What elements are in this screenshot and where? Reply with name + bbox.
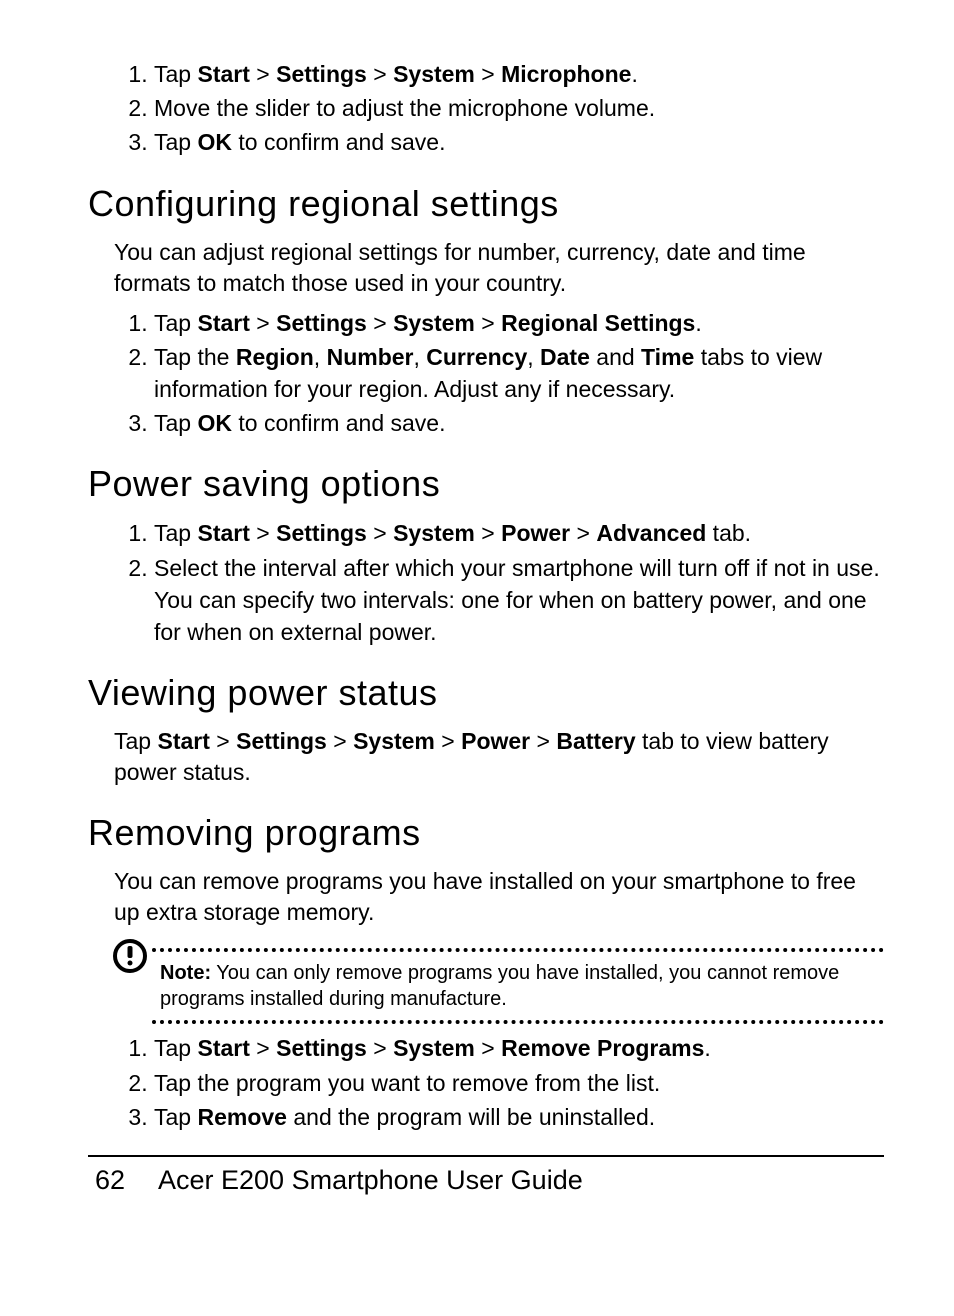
paragraph-regional: You can adjust regional settings for num… [114,237,884,299]
list-item: Tap Remove and the program will be unins… [154,1101,884,1133]
list-item: Tap OK to confirm and save. [154,126,884,158]
list-item: Select the interval after which your sma… [154,552,884,649]
note-block: Note: You can only remove programs you h… [112,948,884,1024]
list-item: Tap Start > Settings > System > Power > … [154,517,884,549]
alert-icon [112,938,148,974]
page-number: 62 [62,1165,158,1196]
note-divider-top [152,948,884,952]
page-footer: 62 Acer E200 Smartphone User Guide [88,1155,884,1196]
power-steps: Tap Start > Settings > System > Power > … [114,517,884,648]
list-item: Tap Start > Settings > System > Regional… [154,307,884,339]
list-item: Move the slider to adjust the microphone… [154,92,884,124]
list-item: Tap Start > Settings > System > Micropho… [154,58,884,90]
list-item: Tap the Region, Number, Currency, Date a… [154,341,884,405]
list-item: Tap Start > Settings > System > Remove P… [154,1032,884,1064]
list-item: Tap the program you want to remove from … [154,1067,884,1099]
heading-removing: Removing programs [88,812,884,854]
heading-viewing-power: Viewing power status [88,672,884,714]
regional-steps: Tap Start > Settings > System > Regional… [114,307,884,440]
footer-title: Acer E200 Smartphone User Guide [158,1165,583,1196]
intro-steps: Tap Start > Settings > System > Micropho… [114,58,884,159]
heading-power-saving: Power saving options [88,463,884,505]
note-divider-bottom [152,1020,884,1024]
list-item: Tap OK to confirm and save. [154,407,884,439]
document-page: Tap Start > Settings > System > Micropho… [0,0,954,1196]
note-text: Note: You can only remove programs you h… [160,960,884,1012]
removing-steps: Tap Start > Settings > System > Remove P… [114,1032,884,1133]
heading-regional: Configuring regional settings [88,183,884,225]
paragraph-removing: You can remove programs you have install… [114,866,884,928]
paragraph-viewing: Tap Start > Settings > System > Power > … [114,726,884,788]
